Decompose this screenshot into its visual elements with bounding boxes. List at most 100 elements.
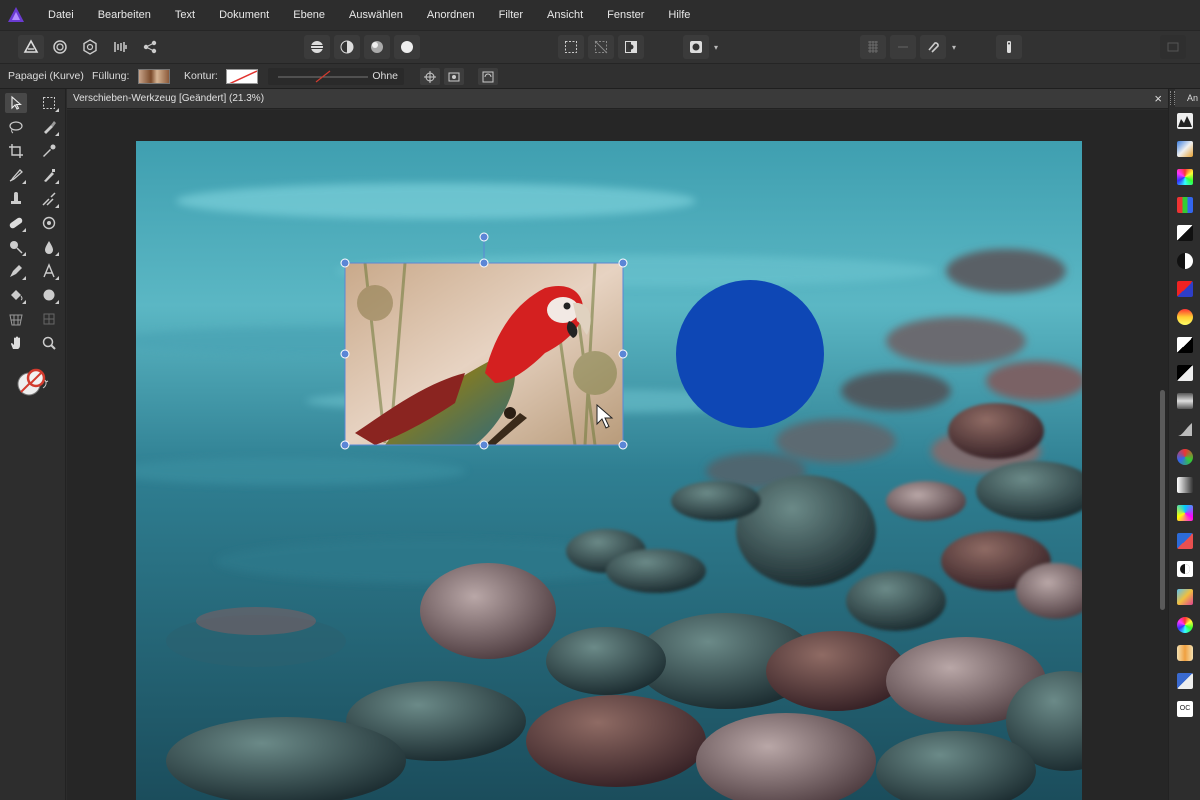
pixel-brush-tool-icon[interactable] <box>38 165 60 185</box>
stroke-label: Kontur: <box>184 70 218 82</box>
move-tool-icon[interactable] <box>5 93 27 113</box>
color-balance-icon[interactable] <box>1177 197 1193 213</box>
transform-origin-icon[interactable] <box>420 68 440 85</box>
text-tool-icon[interactable] <box>38 261 60 281</box>
scrollbar-thumb[interactable] <box>1160 390 1165 610</box>
split-toning-icon[interactable] <box>1177 533 1193 549</box>
black-white-icon[interactable] <box>1177 253 1193 269</box>
menu-text[interactable]: Text <box>163 0 207 30</box>
freehand-selection-tool-icon[interactable] <box>5 117 27 137</box>
menu-auswaehlen[interactable]: Auswählen <box>337 0 415 30</box>
pen-tool-icon[interactable] <box>5 261 27 281</box>
menu-ansicht[interactable]: Ansicht <box>535 0 595 30</box>
exposure-icon[interactable] <box>1177 477 1193 493</box>
context-help-icon[interactable] <box>1160 35 1186 59</box>
curves-icon[interactable] <box>1177 393 1193 409</box>
white-balance-adjust-icon[interactable] <box>364 35 390 59</box>
channel-mixer-icon[interactable] <box>1177 505 1193 521</box>
document-canvas[interactable] <box>136 141 1082 800</box>
vibrance-icon[interactable] <box>1177 561 1193 577</box>
menu-hilfe[interactable]: Hilfe <box>656 0 702 30</box>
stroke-width-value: Ohne <box>372 70 398 82</box>
dodge-tool-icon[interactable] <box>5 237 27 257</box>
mouse-cursor-icon <box>596 404 614 429</box>
brightness-contrast-icon[interactable] <box>1177 225 1193 241</box>
panel-collapse-handle[interactable] <box>1170 91 1175 105</box>
marquee-tool-icon[interactable] <box>38 93 60 113</box>
show-bounding-box-icon[interactable] <box>444 68 464 85</box>
white-balance-icon[interactable] <box>1177 141 1193 157</box>
assistant-icon[interactable] <box>996 35 1022 59</box>
levels-icon[interactable] <box>1177 113 1193 129</box>
soft-proof-icon[interactable] <box>1177 673 1193 689</box>
levels-adjust-icon[interactable] <box>304 35 330 59</box>
background-photo <box>136 141 1082 800</box>
hsl-icon[interactable] <box>1177 169 1193 185</box>
mask-mode-dropdown-icon[interactable]: ▾ <box>711 35 721 59</box>
shape-tool-icon[interactable] <box>38 285 60 305</box>
snapping-icon[interactable] <box>860 35 886 59</box>
color-swap-widget[interactable] <box>16 366 50 400</box>
selection-brush-tool-icon[interactable] <box>38 117 60 137</box>
threshold-icon[interactable] <box>1177 337 1193 353</box>
color-wheel-icon[interactable] <box>1177 617 1193 633</box>
color-picker-tool-icon[interactable] <box>38 141 60 161</box>
snapping-dropdown-icon[interactable]: ▾ <box>949 35 959 59</box>
posterize-icon[interactable] <box>1177 365 1193 381</box>
invert-icon[interactable] <box>1177 281 1193 297</box>
menu-filter[interactable]: Filter <box>487 0 535 30</box>
align-options-icon[interactable] <box>478 68 498 85</box>
close-document-icon[interactable]: × <box>1154 91 1162 106</box>
selective-color-icon[interactable] <box>1177 449 1193 465</box>
black-white-adjust-icon[interactable] <box>334 35 360 59</box>
studio-panel-strip: An OC <box>1168 89 1200 800</box>
liquify-persona-icon[interactable] <box>47 35 73 59</box>
stroke-swatch[interactable] <box>226 69 258 84</box>
brightness-adjust-icon[interactable] <box>394 35 420 59</box>
photo-persona-icon[interactable] <box>18 35 44 59</box>
menubar: Datei Bearbeiten Text Dokument Ebene Aus… <box>0 0 1200 30</box>
menu-anordnen[interactable]: Anordnen <box>415 0 487 30</box>
tone-mapping-persona-icon[interactable] <box>107 35 133 59</box>
perspective-tool-icon[interactable] <box>38 309 60 329</box>
flood-fill-tool-icon[interactable] <box>5 285 27 305</box>
menu-datei[interactable]: Datei <box>36 0 86 30</box>
recolor-icon[interactable] <box>1177 589 1193 605</box>
blue-circle-shape[interactable] <box>676 280 824 428</box>
affinity-photo-logo[interactable] <box>0 0 32 30</box>
menu-ebene[interactable]: Ebene <box>281 0 337 30</box>
selected-object-name: Papagei (Kurve) <box>8 70 84 82</box>
clone-stamp-tool-icon[interactable] <box>5 189 27 209</box>
develop-persona-icon[interactable] <box>77 35 103 59</box>
menu-fenster[interactable]: Fenster <box>595 0 656 30</box>
lut-icon[interactable] <box>1177 645 1193 661</box>
selection-invert-icon[interactable] <box>588 35 614 59</box>
mask-mode-icon[interactable] <box>683 35 709 59</box>
paint-brush-tool-icon[interactable] <box>5 165 27 185</box>
gradient-map-icon[interactable] <box>1177 309 1193 325</box>
mixer-brush-tool-icon[interactable] <box>38 189 60 209</box>
menu-dokument[interactable]: Dokument <box>207 0 281 30</box>
main-toolbar: ▾ ▾ <box>0 30 1200 63</box>
zoom-tool-icon[interactable] <box>38 333 60 353</box>
ocio-icon[interactable]: OC <box>1177 701 1193 717</box>
menu-bearbeiten[interactable]: Bearbeiten <box>86 0 163 30</box>
quick-mask-icon[interactable] <box>618 35 644 59</box>
red-eye-tool-icon[interactable] <box>38 213 60 233</box>
fill-swatch[interactable] <box>138 69 170 84</box>
export-persona-icon[interactable] <box>137 35 163 59</box>
vertical-scrollbar[interactable] <box>1157 110 1168 800</box>
crop-tool-icon[interactable] <box>5 141 27 161</box>
parrot-image-layer[interactable] <box>345 263 623 445</box>
hand-tool-icon[interactable] <box>5 333 27 353</box>
selection-marquee-icon[interactable] <box>558 35 584 59</box>
studio-tab[interactable]: An <box>1175 89 1200 107</box>
snapping-options-icon[interactable] <box>890 35 916 59</box>
mesh-warp-tool-icon[interactable] <box>5 309 27 329</box>
document-tab[interactable]: Verschieben-Werkzeug [Geändert] (21.3%) … <box>67 89 1168 109</box>
healing-brush-tool-icon[interactable] <box>5 213 27 233</box>
magnet-snapping-icon[interactable] <box>920 35 946 59</box>
shadows-highlights-icon[interactable] <box>1177 421 1193 437</box>
stroke-width-slider[interactable]: Ohne <box>268 68 404 85</box>
blur-brush-tool-icon[interactable] <box>38 237 60 257</box>
